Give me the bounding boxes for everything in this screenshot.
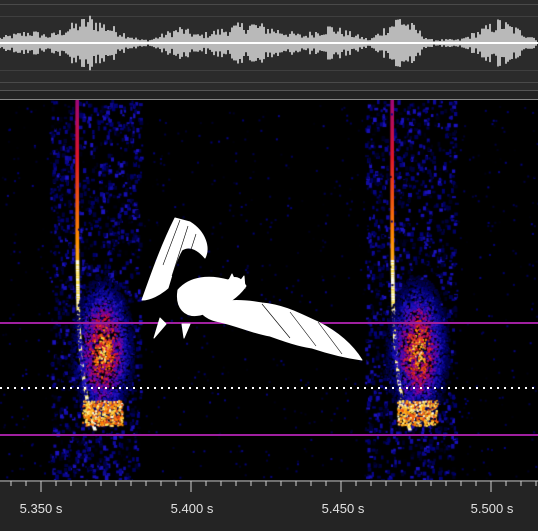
time-axis[interactable]: 5.350 s 5.400 s 5.450 s 5.500 s <box>0 480 538 531</box>
bat-icon <box>141 217 363 361</box>
panel-divider[interactable] <box>0 90 538 100</box>
waveform-overview[interactable] <box>0 0 538 90</box>
tick-label-5-500: 5.500 s <box>470 501 514 516</box>
spectrogram-view[interactable] <box>0 100 538 480</box>
tick-label-5-400: 5.400 s <box>170 501 214 516</box>
spectrogram-overlays <box>0 217 538 436</box>
time-axis-ticks <box>0 480 538 492</box>
tick-label-5-450: 5.450 s <box>321 501 365 516</box>
waveform-trace <box>0 15 538 71</box>
tick-label-5-350: 5.350 s <box>19 501 63 516</box>
